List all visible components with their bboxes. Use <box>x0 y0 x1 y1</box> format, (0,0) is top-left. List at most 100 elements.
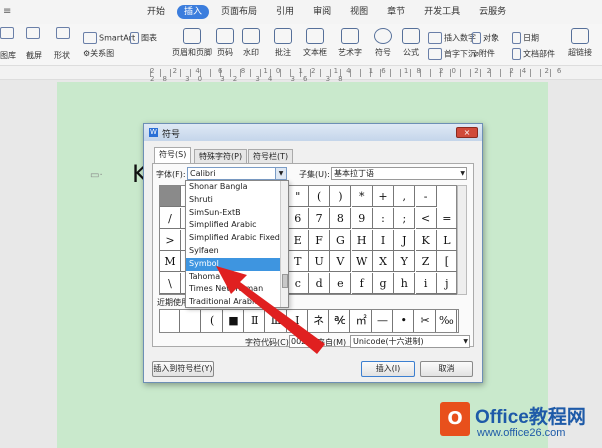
symbol-cell[interactable]: G <box>330 229 352 251</box>
formula-button[interactable]: 公式 <box>402 28 420 58</box>
tab-symbol[interactable]: 符号(S) <box>154 147 192 164</box>
chevron-down-icon[interactable]: ▼ <box>275 168 286 179</box>
symbol-cell[interactable]: : <box>373 207 394 229</box>
from-select[interactable]: Unicode(十六进制) ▼ <box>350 335 470 348</box>
char-code-input[interactable]: 0020 <box>289 335 313 348</box>
symbol-cell[interactable]: 8 <box>330 207 352 229</box>
gallery-button[interactable] <box>0 27 16 39</box>
doc-parts-button[interactable]: 文档部件 <box>512 48 555 60</box>
font-list-item[interactable]: SimSun-ExtB <box>186 207 288 220</box>
font-list-item[interactable]: Shruti <box>186 194 288 207</box>
menu-tab[interactable]: 引用 <box>269 5 301 19</box>
menu-tab[interactable]: 视图 <box>343 5 375 19</box>
font-list-scrollbar[interactable] <box>280 181 288 307</box>
symbol-cell[interactable]: < <box>415 207 437 229</box>
symbol-cell[interactable]: E <box>287 229 309 251</box>
symbol-cell[interactable]: K <box>415 229 437 251</box>
symbol-cell[interactable]: / <box>160 207 181 229</box>
symbol-cell[interactable]: * <box>351 186 373 207</box>
tab-special-chars[interactable]: 特殊字符(P) <box>194 149 248 163</box>
symbol-cell[interactable]: [ <box>436 251 458 273</box>
recent-symbol-cell[interactable]: ネ <box>309 310 330 332</box>
symbol-cell[interactable]: g <box>373 273 394 295</box>
symbol-button[interactable]: 符号 <box>374 28 392 58</box>
symbol-cell[interactable]: \ <box>160 273 181 295</box>
symbol-cell[interactable]: , <box>394 186 416 207</box>
font-list-item[interactable]: Traditional Arabic <box>186 296 288 307</box>
watermark-button[interactable]: 水印 <box>242 28 260 58</box>
symbol-cell[interactable]: I <box>373 229 394 251</box>
attachment-button[interactable]: ⌀附件 <box>474 48 495 59</box>
symbol-cell[interactable]: H <box>351 229 373 251</box>
font-list-item[interactable]: Symbol <box>186 257 288 271</box>
recent-symbol-cell[interactable] <box>181 310 202 332</box>
menu-tab[interactable]: 云服务 <box>472 5 513 19</box>
symbol-cell[interactable]: c <box>287 273 309 295</box>
insert-number-button[interactable]: 插入数字 <box>428 32 476 44</box>
recent-symbol-cell[interactable]: Ⅲ <box>267 310 287 332</box>
shape-button[interactable] <box>56 27 72 39</box>
symbol-cell[interactable]: F <box>309 229 331 251</box>
recent-symbol-cell[interactable]: ✂ <box>416 310 436 332</box>
font-list-item[interactable]: Tahoma <box>186 271 288 284</box>
symbol-cell[interactable]: + <box>373 186 394 207</box>
recent-symbol-cell[interactable]: • <box>394 310 415 332</box>
symbol-cell[interactable]: T <box>287 251 309 273</box>
menu-tab[interactable]: 章节 <box>380 5 412 19</box>
symbol-cell[interactable]: i <box>415 273 437 295</box>
symbol-cell[interactable]: V <box>330 251 352 273</box>
textbox-button[interactable]: 文本框 <box>303 28 327 58</box>
symbol-cell[interactable] <box>160 186 181 207</box>
font-list-item[interactable]: Simplified Arabic <box>186 219 288 232</box>
cancel-button[interactable]: 取消 <box>420 361 473 377</box>
symbol-cell[interactable]: ( <box>309 186 331 207</box>
menu-tab[interactable]: 页面布局 <box>214 5 264 19</box>
symbol-cell[interactable]: W <box>351 251 373 273</box>
insert-to-bar-button[interactable]: 插入到符号栏(Y) <box>152 361 214 377</box>
wordart-button[interactable]: 艺术字 <box>338 28 362 58</box>
comment-button[interactable]: 批注 <box>274 28 292 58</box>
symbol-cell[interactable]: M <box>160 251 181 273</box>
menu-tab[interactable]: 开发工具 <box>417 5 467 19</box>
menu-tab[interactable]: 开始 <box>140 5 172 19</box>
page-number-button[interactable]: 页码 <box>216 28 234 58</box>
symbol-cell[interactable]: 7 <box>309 207 331 229</box>
symbol-cell[interactable]: L <box>436 229 458 251</box>
recent-symbol-cell[interactable]: — <box>373 310 393 332</box>
chart-button[interactable]: 图表 <box>130 32 157 44</box>
recent-symbol-cell[interactable]: Ⅰ <box>288 310 308 332</box>
symbol-cell[interactable]: 6 <box>287 207 309 229</box>
menu-hamburger-icon[interactable]: ≡ <box>3 6 13 17</box>
header-footer-button[interactable]: 页眉和页脚 <box>172 28 212 58</box>
symbol-cell[interactable]: ) <box>330 186 352 207</box>
recent-symbol-cell[interactable]: ℀ <box>330 310 351 332</box>
recent-symbol-cell[interactable]: ( <box>203 310 223 332</box>
subset-select[interactable]: 基本拉丁语 ▼ <box>331 167 467 180</box>
dialog-close-button[interactable]: × <box>456 127 478 138</box>
symbol-cell[interactable]: e <box>330 273 352 295</box>
symbol-cell[interactable]: j <box>436 273 458 295</box>
symbol-cell[interactable]: f <box>351 273 373 295</box>
drop-cap-button[interactable]: 首字下沉 <box>428 48 476 60</box>
font-list-item[interactable]: Times New Roman <box>186 283 288 296</box>
symbol-cell[interactable]: 9 <box>351 207 373 229</box>
tab-symbol-bar[interactable]: 符号栏(T) <box>248 149 294 163</box>
symbol-cell[interactable]: - <box>415 186 437 207</box>
font-list-item[interactable]: Sylfaen <box>186 245 288 258</box>
font-select[interactable]: Calibri ▼ <box>187 167 287 180</box>
symbol-cell[interactable]: U <box>309 251 331 273</box>
symbol-cell[interactable]: Z <box>415 251 437 273</box>
symbol-cell[interactable]: Y <box>394 251 416 273</box>
insert-button[interactable]: 插入(I) <box>361 361 415 377</box>
menu-tab[interactable]: 插入 <box>177 5 210 19</box>
font-list-item[interactable]: Shonar Bangla <box>186 181 288 194</box>
symbol-cell[interactable]: = <box>436 207 458 229</box>
relation-diagram-button[interactable]: ⚙关系图 <box>83 48 114 59</box>
dialog-titlebar[interactable]: W 符号 × <box>144 124 482 141</box>
symbol-cell[interactable]: > <box>160 229 181 251</box>
menu-tab[interactable]: 审阅 <box>306 5 338 19</box>
recent-symbol-cell[interactable]: ‰ <box>437 310 457 332</box>
recent-symbol-cell[interactable]: ㎡ <box>352 310 372 332</box>
symbol-cell[interactable]: J <box>394 229 416 251</box>
font-list-item[interactable]: Simplified Arabic Fixed <box>186 232 288 245</box>
